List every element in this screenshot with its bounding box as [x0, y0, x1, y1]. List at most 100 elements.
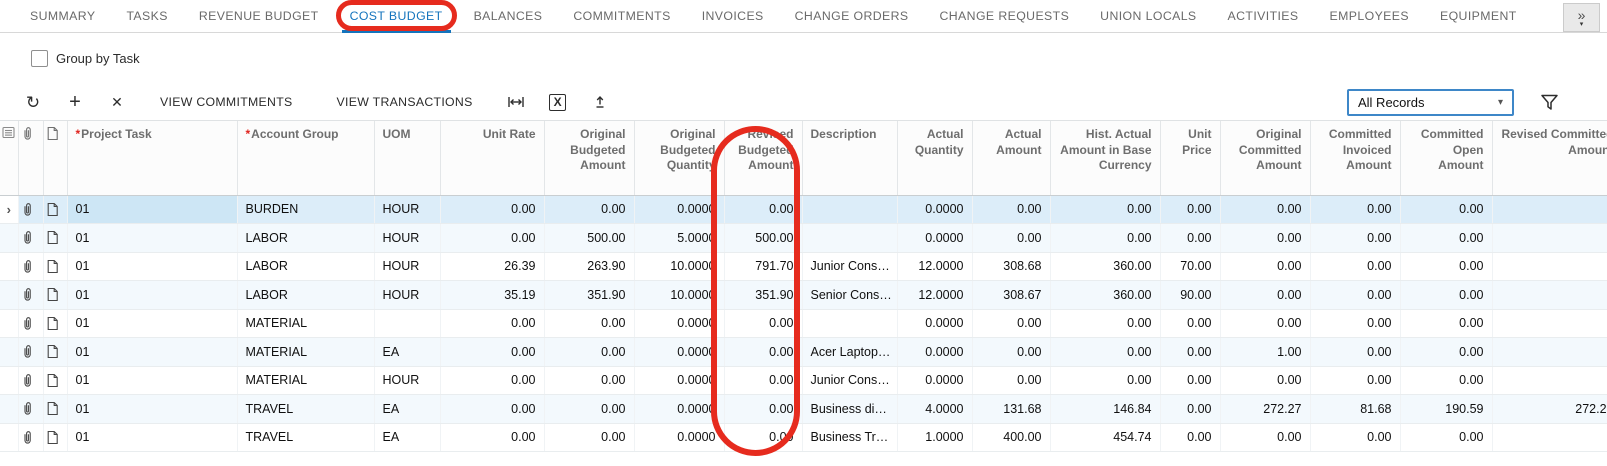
cell-revised_budgeted_amount[interactable]: 0.00 [724, 366, 802, 395]
attachments-column-header[interactable] [18, 121, 43, 195]
cell-unit_rate[interactable]: 35.19 [440, 281, 544, 310]
row-selector-cell[interactable]: › [0, 195, 18, 224]
cell-revised_budgeted_amount[interactable]: 0.00 [724, 309, 802, 338]
cell-committed_invoiced_amount[interactable]: 0.00 [1310, 309, 1400, 338]
cell-orig_budgeted_amount[interactable]: 0.00 [544, 338, 634, 367]
cell-revised_committed_amount[interactable] [1492, 366, 1607, 395]
cell-unit_price[interactable]: 70.00 [1160, 252, 1220, 281]
cell-committed_open_amount[interactable]: 0.00 [1400, 252, 1492, 281]
row-selector-cell[interactable] [0, 281, 18, 310]
attachment-cell[interactable] [18, 338, 43, 367]
cell-revised_committed_amount[interactable] [1492, 338, 1607, 367]
cell-hist_actual_amount[interactable]: 146.84 [1050, 395, 1160, 424]
cell-committed_invoiced_amount[interactable]: 0.00 [1310, 366, 1400, 395]
cell-account_group[interactable]: TRAVEL [237, 395, 374, 424]
cell-hist_actual_amount[interactable]: 360.00 [1050, 281, 1160, 310]
note-cell[interactable] [43, 281, 67, 310]
cell-unit_price[interactable]: 0.00 [1160, 309, 1220, 338]
cell-revised_committed_amount[interactable] [1492, 423, 1607, 452]
cell-actual_quantity[interactable]: 0.0000 [897, 309, 972, 338]
cell-actual_quantity[interactable]: 0.0000 [897, 195, 972, 224]
attachment-cell[interactable] [18, 309, 43, 338]
tab-union-locals[interactable]: UNION LOCALS [1100, 0, 1196, 32]
cell-project_task[interactable]: 01 [67, 423, 237, 452]
cell-uom[interactable]: EA [374, 423, 440, 452]
tab-tasks[interactable]: TASKS [126, 0, 167, 32]
note-cell[interactable] [43, 423, 67, 452]
column-header-orig_budgeted_amount[interactable]: Original Budgeted Amount [544, 121, 634, 195]
cell-actual_amount[interactable]: 308.67 [972, 281, 1050, 310]
cell-committed_open_amount[interactable]: 0.00 [1400, 338, 1492, 367]
note-cell[interactable] [43, 195, 67, 224]
cell-revised_committed_amount[interactable] [1492, 309, 1607, 338]
cell-orig_committed_amount[interactable]: 0.00 [1220, 366, 1310, 395]
cell-revised_committed_amount[interactable] [1492, 281, 1607, 310]
column-header-unit_rate[interactable]: Unit Rate [440, 121, 544, 195]
cell-orig_budgeted_quantity[interactable]: 0.0000 [634, 395, 724, 424]
attachment-cell[interactable] [18, 281, 43, 310]
column-header-orig_committed_amount[interactable]: Original Committed Amount [1220, 121, 1310, 195]
cell-orig_budgeted_amount[interactable]: 263.90 [544, 252, 634, 281]
view-transactions-button[interactable]: VIEW TRANSACTIONS [315, 87, 495, 117]
cell-revised_budgeted_amount[interactable]: 0.00 [724, 195, 802, 224]
cell-committed_invoiced_amount[interactable]: 0.00 [1310, 252, 1400, 281]
cell-orig_budgeted_quantity[interactable]: 0.0000 [634, 338, 724, 367]
cell-committed_invoiced_amount[interactable]: 0.00 [1310, 338, 1400, 367]
cell-project_task[interactable]: 01 [67, 224, 237, 253]
cell-orig_committed_amount[interactable]: 0.00 [1220, 252, 1310, 281]
cell-uom[interactable] [374, 309, 440, 338]
cell-actual_quantity[interactable]: 0.0000 [897, 366, 972, 395]
cell-uom[interactable]: EA [374, 338, 440, 367]
cell-orig_budgeted_quantity[interactable]: 0.0000 [634, 423, 724, 452]
note-cell[interactable] [43, 309, 67, 338]
cell-unit_price[interactable]: 90.00 [1160, 281, 1220, 310]
note-cell[interactable] [43, 252, 67, 281]
cell-actual_amount[interactable]: 0.00 [972, 309, 1050, 338]
cell-unit_price[interactable]: 0.00 [1160, 423, 1220, 452]
column-header-project_task[interactable]: *Project Task [67, 121, 237, 195]
cell-account_group[interactable]: LABOR [237, 281, 374, 310]
cell-hist_actual_amount[interactable]: 0.00 [1050, 224, 1160, 253]
cell-orig_budgeted_amount[interactable]: 0.00 [544, 195, 634, 224]
upload-button[interactable] [579, 87, 621, 117]
cell-orig_budgeted_amount[interactable]: 0.00 [544, 366, 634, 395]
note-cell[interactable] [43, 338, 67, 367]
cell-hist_actual_amount[interactable]: 0.00 [1050, 366, 1160, 395]
cell-description[interactable]: Senior Cons… [802, 281, 897, 310]
records-filter-select[interactable]: All Records ▾ [1347, 89, 1514, 116]
attachment-cell[interactable] [18, 195, 43, 224]
cell-account_group[interactable]: MATERIAL [237, 338, 374, 367]
cell-orig_committed_amount[interactable]: 0.00 [1220, 309, 1310, 338]
column-header-uom[interactable]: UOM [374, 121, 440, 195]
cell-unit_rate[interactable]: 0.00 [440, 338, 544, 367]
cell-revised_budgeted_amount[interactable]: 791.70 [724, 252, 802, 281]
tab-balances[interactable]: BALANCES [474, 0, 543, 32]
row-selector-cell[interactable] [0, 309, 18, 338]
cell-orig_committed_amount[interactable]: 272.27 [1220, 395, 1310, 424]
column-header-committed_open_amount[interactable]: Committed Open Amount [1400, 121, 1492, 195]
cell-account_group[interactable]: BURDEN [237, 195, 374, 224]
column-header-committed_invoiced_amount[interactable]: Committed Invoiced Amount [1310, 121, 1400, 195]
cell-unit_price[interactable]: 0.00 [1160, 195, 1220, 224]
cell-actual_quantity[interactable]: 1.0000 [897, 423, 972, 452]
grid-settings-header[interactable] [0, 121, 18, 195]
cell-account_group[interactable]: MATERIAL [237, 309, 374, 338]
column-header-hist_actual_amount[interactable]: Hist. Actual Amount in Base Currency [1050, 121, 1160, 195]
cell-committed_open_amount[interactable]: 0.00 [1400, 309, 1492, 338]
cell-uom[interactable]: EA [374, 395, 440, 424]
cell-revised_budgeted_amount[interactable]: 500.00 [724, 224, 802, 253]
cell-hist_actual_amount[interactable]: 0.00 [1050, 338, 1160, 367]
cell-committed_invoiced_amount[interactable]: 0.00 [1310, 281, 1400, 310]
delete-row-button[interactable]: ✕ [96, 87, 138, 117]
cell-orig_budgeted_quantity[interactable]: 0.0000 [634, 309, 724, 338]
fit-column-width-button[interactable] [495, 87, 537, 117]
cell-committed_open_amount[interactable]: 0.00 [1400, 366, 1492, 395]
cell-orig_budgeted_quantity[interactable]: 10.0000 [634, 281, 724, 310]
cell-project_task[interactable]: 01 [67, 395, 237, 424]
cell-committed_open_amount[interactable]: 190.59 [1400, 395, 1492, 424]
cell-actual_amount[interactable]: 0.00 [972, 366, 1050, 395]
cell-unit_rate[interactable]: 0.00 [440, 309, 544, 338]
tab-summary[interactable]: SUMMARY [30, 0, 95, 32]
cell-orig_budgeted_quantity[interactable]: 0.0000 [634, 195, 724, 224]
attachment-cell[interactable] [18, 366, 43, 395]
